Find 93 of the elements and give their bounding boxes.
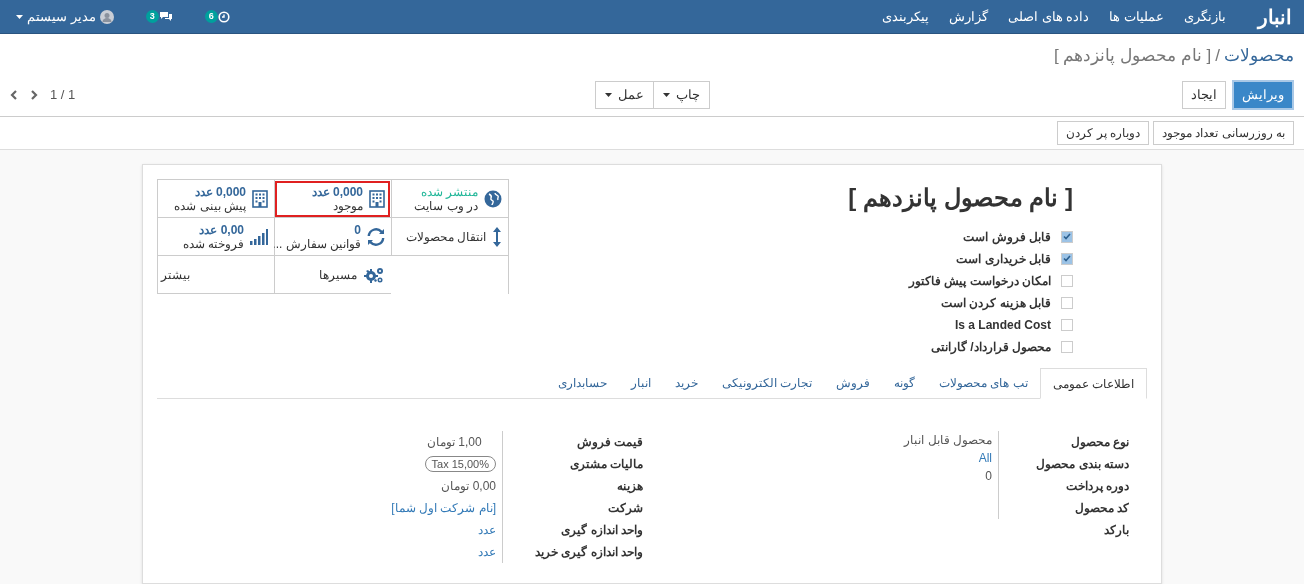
gears-icon — [363, 265, 385, 284]
smart-button-label: انتقال محصولات — [405, 229, 486, 244]
field-label: کد محصول — [1073, 500, 1129, 518]
menu-item[interactable]: بازنگری — [1184, 6, 1226, 27]
field-label: مالیات مشتری — [568, 456, 643, 474]
smart-button-label: فروخته شده — [182, 236, 244, 251]
field-link[interactable]: عدد — [478, 521, 496, 539]
tab[interactable]: تب های محصولات — [927, 367, 1040, 398]
more-button[interactable]: بیشتر — [157, 256, 274, 294]
checkbox[interactable] — [1061, 230, 1073, 243]
smart-button-value: منتشر شده — [419, 184, 478, 199]
smart-button[interactable]: 0,00 عدد فروخته شده — [157, 218, 274, 256]
dropdown-button[interactable]: عمل — [594, 81, 653, 109]
checkbox-label: قابل خریداری است — [956, 250, 1051, 268]
smart-button[interactable]: 0,000 عدد موجود — [274, 180, 391, 218]
globe-icon — [484, 189, 502, 208]
avatar-icon[interactable] — [99, 9, 114, 24]
smart-button-value: 0,000 عدد — [311, 184, 363, 199]
field-label: قیمت فروش — [575, 434, 643, 452]
checkbox-label: Is a Landed Cost — [954, 316, 1051, 334]
user-name[interactable]: مدیر سیستم — [27, 6, 96, 27]
building-icon — [252, 189, 268, 208]
chat-icon[interactable] — [158, 11, 173, 22]
tab[interactable]: حسابداری — [545, 367, 619, 398]
refresh-icon — [367, 227, 385, 246]
next-icon[interactable] — [30, 90, 38, 100]
field-label: بارکد — [1103, 522, 1129, 540]
field-label: واحد اندازه گیری — [560, 522, 643, 540]
checkbox[interactable] — [1061, 318, 1073, 331]
smart-button-value: 0,000 عدد — [193, 184, 246, 199]
breadcrumb-current: [ نام محصول پانزدهم ] — [1053, 45, 1212, 68]
caret-icon — [662, 93, 670, 97]
app-title[interactable]: انبار — [1258, 1, 1292, 32]
tab[interactable]: فروش — [824, 367, 882, 398]
pager-value: 1 / 1 — [50, 86, 76, 105]
field-link[interactable]: All — [978, 449, 992, 467]
caret-icon — [604, 93, 612, 97]
field-value: محصول قابل انبار — [904, 432, 992, 449]
breadcrumb-link[interactable]: محصولات — [1224, 43, 1294, 69]
header-button[interactable]: دوباره پر کردن — [1057, 121, 1149, 145]
field-link[interactable]: [نام شرکت اول شما] — [391, 499, 496, 517]
checkbox[interactable] — [1061, 252, 1073, 265]
checkbox-label: قابل هزینه کردن است — [941, 294, 1051, 312]
edit-button[interactable]: ویرایش — [1232, 80, 1294, 110]
smart-button[interactable]: منتشر شده در وب سایت — [391, 180, 508, 218]
smart-button-label: قوانین سفارش ... — [272, 236, 361, 251]
checkbox-label: محصول قرارداد/ گارانتی — [931, 338, 1051, 356]
message-badge: 3 — [145, 10, 159, 23]
field-value: 1,00 تومان — [427, 434, 482, 451]
header-button[interactable]: به روزرسانی تعداد موجود — [1153, 121, 1294, 145]
field-label: دوره پرداخت — [1064, 478, 1129, 496]
smart-button-value: 0 — [353, 222, 361, 237]
checkbox[interactable] — [1061, 296, 1073, 309]
smart-button[interactable]: 0,000 عدد پیش بینی شده — [157, 180, 274, 218]
building-icon — [369, 189, 385, 208]
tab[interactable]: گونه — [882, 367, 927, 398]
checkbox[interactable] — [1061, 274, 1073, 287]
smart-button[interactable]: انتقال محصولات — [391, 218, 508, 256]
clock-icon[interactable] — [217, 10, 230, 23]
smart-button-label: مسیرها — [319, 267, 357, 282]
tab[interactable]: اطلاعات عمومی — [1039, 368, 1147, 399]
caret-icon[interactable] — [16, 14, 23, 19]
breadcrumb-separator: / — [1215, 45, 1220, 68]
checkbox-label: امکان درخواست پیش فاکتور — [909, 272, 1051, 290]
smart-button-value: 0,00 عدد — [198, 222, 244, 237]
create-button[interactable]: ایجاد — [1182, 81, 1226, 109]
previous-icon[interactable] — [10, 90, 18, 100]
dropdown-button[interactable]: چاپ — [652, 81, 710, 109]
menu-item[interactable]: عملیات ها — [1109, 6, 1164, 27]
field-label: هزینه — [616, 478, 643, 496]
field-label: واحد اندازه گیری خرید — [534, 544, 643, 562]
field-link[interactable]: عدد — [478, 543, 496, 561]
smart-button[interactable]: مسیرها — [274, 256, 391, 294]
activity-badge: 6 — [204, 10, 218, 23]
field-value: 0 — [985, 468, 992, 485]
up-down-arrow-icon — [492, 225, 502, 248]
smart-button-label: در وب سایت — [414, 198, 478, 213]
bar-chart-icon — [250, 228, 268, 245]
smart-button-label: پیش بینی شده — [174, 198, 246, 213]
field-value: 0,00 تومان — [441, 478, 496, 495]
product-title: [ نام محصول پانزدهم ] — [848, 183, 1073, 213]
field-label: دسته بندی محصول — [1035, 456, 1129, 474]
tab[interactable]: تجارت الکترونیکی — [709, 367, 824, 398]
field-label: نوع محصول — [1069, 434, 1129, 452]
menu-item[interactable]: داده های اصلی — [1008, 6, 1090, 27]
smart-button-label: موجود — [332, 198, 363, 213]
menu-item[interactable]: پیکربندی — [882, 6, 930, 27]
checkbox[interactable] — [1061, 340, 1073, 353]
checkbox-label: قابل فروش است — [963, 228, 1051, 246]
tab[interactable]: خرید — [662, 367, 710, 398]
field-label: شرکت — [607, 500, 643, 518]
menu-item[interactable]: گزارش — [949, 6, 989, 27]
tab[interactable]: انبار — [618, 367, 663, 398]
